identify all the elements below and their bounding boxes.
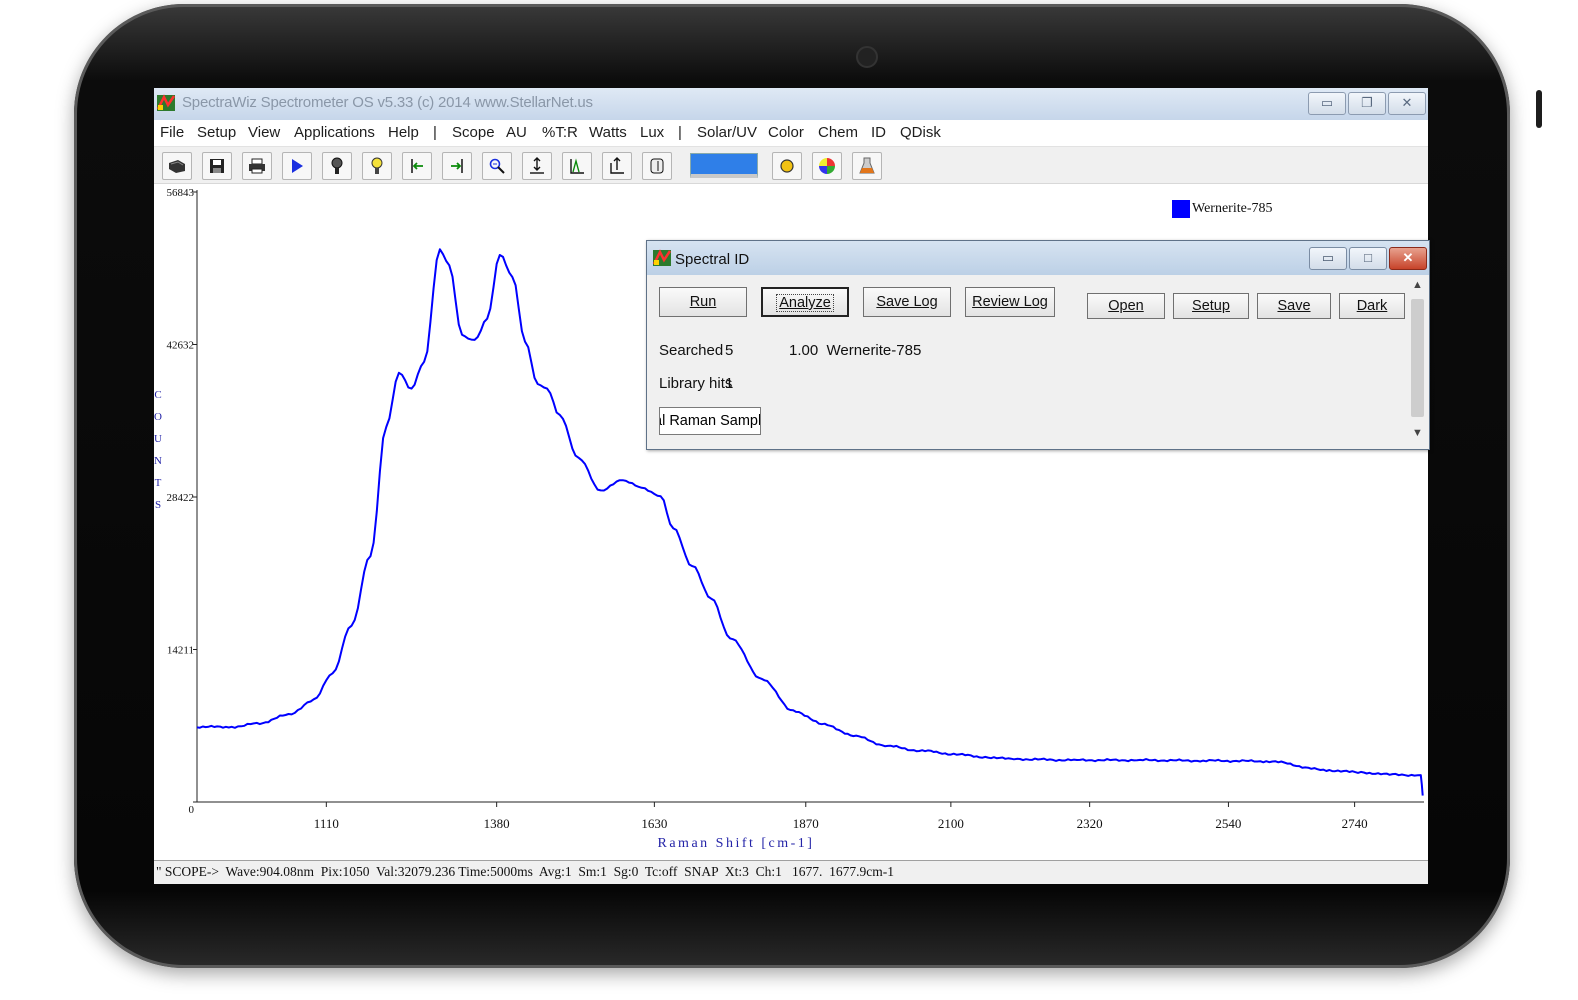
x-tick-label: 2320 — [1077, 816, 1103, 831]
lamp-icon[interactable] — [362, 152, 392, 180]
left-cursor-icon[interactable] — [402, 152, 432, 180]
menu-chem[interactable]: Chem — [818, 124, 858, 141]
dialog-close-button[interactable]: ✕ — [1389, 247, 1427, 270]
menu-separator: | — [433, 124, 437, 141]
minimize-button[interactable]: ▭ — [1308, 92, 1346, 115]
menu-solar-uv[interactable]: Solar/UV — [697, 124, 757, 141]
dialog-maximize-button[interactable]: □ — [1349, 247, 1387, 270]
save-log-button[interactable]: Save Log — [863, 287, 951, 317]
library-hits-value: 1 — [725, 375, 734, 392]
library-name-field[interactable]: al Raman Samples — [659, 407, 761, 435]
scroll-up-icon[interactable]: ▲ — [1412, 279, 1423, 291]
menu-file[interactable]: File — [160, 124, 184, 141]
right-cursor-icon[interactable] — [442, 152, 472, 180]
review-log-button[interactable]: Review Log — [965, 287, 1055, 317]
legend-swatch — [1172, 200, 1190, 218]
menu-color[interactable]: Color — [768, 124, 804, 141]
menu-separator: | — [678, 124, 682, 141]
play-icon[interactable] — [282, 152, 312, 180]
menu-au[interactable]: AU — [506, 124, 527, 141]
menu-setup[interactable]: Setup — [197, 124, 236, 141]
dialog-minimize-button[interactable]: ▭ — [1309, 247, 1347, 270]
menu-scope[interactable]: Scope — [452, 124, 495, 141]
window-title: SpectraWiz Spectrometer OS v5.33 (c) 201… — [182, 94, 593, 111]
spectral-id-dialog: Spectral ID ▭ □ ✕ Run Analyze Save Log R… — [646, 240, 1430, 450]
probe-icon[interactable] — [322, 152, 352, 180]
x-tick-label: 1380 — [484, 816, 510, 831]
menu-help[interactable]: Help — [388, 124, 419, 141]
library-name-value: al Raman Samples — [660, 413, 761, 429]
library-hits-label: Library hits — [659, 375, 733, 392]
y-axis-label-letter: C — [154, 389, 161, 401]
searched-label: Searched — [659, 342, 724, 359]
y-tick-label: 56843 — [167, 187, 195, 199]
print-icon[interactable] — [242, 152, 272, 180]
x-tick-label: 2540 — [1215, 816, 1241, 831]
menu-bar: File Setup View Applications Help | Scop… — [154, 120, 1428, 146]
scroll-down-icon[interactable]: ▼ — [1412, 427, 1423, 439]
legend: Wernerite-785 — [1172, 200, 1273, 218]
dialog-title: Spectral ID — [675, 251, 750, 268]
scroll-thumb[interactable] — [1411, 299, 1424, 417]
x-tick-label: 2100 — [938, 816, 964, 831]
sun-icon[interactable] — [772, 152, 802, 180]
menu-qdisk[interactable]: QDisk — [900, 124, 941, 141]
menu-watts[interactable]: Watts — [589, 124, 627, 141]
save-icon[interactable] — [202, 152, 232, 180]
close-button[interactable]: ✕ — [1388, 92, 1426, 115]
y-axis-label-letter: N — [154, 455, 162, 467]
color-swatch-icon[interactable] — [690, 153, 758, 178]
y-axis-label-letter: O — [154, 411, 162, 423]
dark-button[interactable]: Dark — [1339, 293, 1405, 319]
x-axis-label: Raman Shift [cm-1] — [658, 836, 815, 851]
x-tick-label: 2740 — [1342, 816, 1368, 831]
match-result: 1.00 Wernerite-785 — [789, 342, 922, 359]
setup-button[interactable]: Setup — [1173, 293, 1249, 319]
menu-view[interactable]: View — [248, 124, 280, 141]
dialog-scrollbar[interactable]: ▲ ▼ — [1409, 277, 1427, 447]
status-bar: " SCOPE-> Wave:904.08nm Pix:1050 Val:320… — [154, 860, 1428, 884]
zoom-icon[interactable] — [482, 152, 512, 180]
save-button[interactable]: Save — [1257, 293, 1331, 319]
run-button[interactable]: Run — [659, 287, 747, 317]
y-axis-label: COUNTS — [154, 389, 162, 511]
y-axis-label-letter: T — [155, 477, 162, 489]
toolbar — [154, 146, 1428, 184]
y-tick-label: 42632 — [167, 340, 195, 352]
camera-icon — [856, 46, 878, 68]
open-button[interactable]: Open — [1087, 293, 1165, 319]
menu-lux[interactable]: Lux — [640, 124, 664, 141]
restore-button[interactable]: ❐ — [1348, 92, 1386, 115]
clear-icon[interactable] — [642, 152, 672, 180]
y-tick-label: 28422 — [167, 492, 195, 504]
menu-transmission[interactable]: %T:R — [542, 124, 578, 141]
y-axis-label-letter: U — [154, 433, 162, 445]
searched-value: 5 — [725, 342, 734, 359]
app-logo-icon — [652, 249, 672, 266]
peak-icon[interactable] — [562, 152, 592, 180]
menu-id[interactable]: ID — [871, 124, 886, 141]
power-button — [1536, 90, 1542, 128]
x-tick-label: 1870 — [793, 816, 819, 831]
baseline-icon[interactable] — [602, 152, 632, 180]
y-tick-label: 0 — [189, 804, 195, 816]
x-tick-label: 1630 — [641, 816, 667, 831]
menu-applications[interactable]: Applications — [294, 124, 375, 141]
vertical-scale-icon[interactable] — [522, 152, 552, 180]
screen: SpectraWiz Spectrometer OS v5.33 (c) 201… — [154, 88, 1428, 884]
analyze-button-label: Analyze — [776, 294, 834, 312]
open-scope-icon[interactable] — [162, 152, 192, 180]
dialog-title-bar: Spectral ID ▭ □ ✕ — [647, 241, 1429, 275]
y-tick-label: 14211 — [167, 644, 194, 656]
color-wheel-icon[interactable] — [812, 152, 842, 180]
analyze-button[interactable]: Analyze — [761, 287, 849, 317]
legend-label: Wernerite-785 — [1192, 201, 1273, 217]
y-axis-label-letter: S — [155, 499, 161, 511]
flask-icon[interactable] — [852, 152, 882, 180]
main-title-bar: SpectraWiz Spectrometer OS v5.33 (c) 201… — [154, 88, 1428, 120]
x-tick-label: 1110 — [314, 816, 339, 831]
app-logo-icon — [156, 94, 176, 111]
